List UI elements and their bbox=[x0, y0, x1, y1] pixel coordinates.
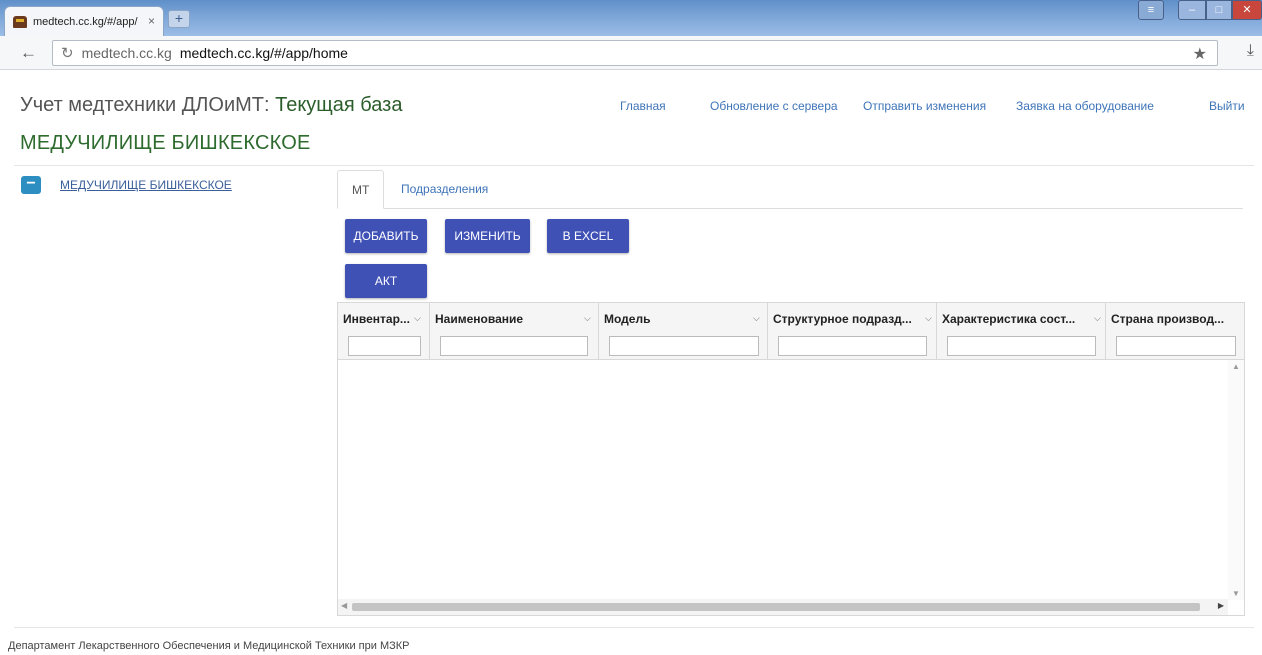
close-icon[interactable]: ✕ bbox=[1232, 0, 1262, 20]
equipment-grid: Инвентар... ⌵ Наименование ⌵ Модель ⌵ Ст… bbox=[337, 302, 1245, 616]
scroll-right-icon[interactable]: ▶ bbox=[1218, 601, 1224, 610]
maximize-icon[interactable]: □ bbox=[1206, 0, 1232, 20]
page-title: Учет медтехники ДЛОиМТ: Текущая база bbox=[20, 94, 402, 117]
tab-divisions[interactable]: Подразделения bbox=[387, 170, 502, 209]
act-button[interactable]: АКТ bbox=[345, 264, 427, 298]
scroll-down-icon[interactable]: ▼ bbox=[1232, 589, 1240, 598]
footer-text: Департамент Лекарственного Обеспечения и… bbox=[8, 640, 410, 652]
column-title: Структурное подразд... bbox=[773, 312, 912, 326]
new-tab-button[interactable]: + bbox=[168, 10, 190, 28]
minimize-icon[interactable]: – bbox=[1178, 0, 1206, 20]
window-controls: ≡ – □ ✕ bbox=[1138, 0, 1262, 20]
grid-header: Инвентар... ⌵ Наименование ⌵ Модель ⌵ Ст… bbox=[338, 303, 1244, 360]
scroll-left-icon[interactable]: ◀ bbox=[341, 601, 347, 610]
tab-mt[interactable]: МТ bbox=[337, 170, 385, 209]
nav-send-changes-link[interactable]: Отправить изменения bbox=[863, 99, 986, 113]
current-db-label: Текущая база bbox=[275, 94, 403, 116]
reload-icon[interactable]: ↻ bbox=[61, 44, 74, 62]
url-input[interactable]: ↻ medtech.cc.kg medtech.cc.kg/#/app/home… bbox=[52, 40, 1218, 66]
column-title: Модель bbox=[604, 312, 651, 326]
browser-tab[interactable]: medtech.cc.kg/#/app/ × bbox=[4, 6, 164, 36]
nav-update-link[interactable]: Обновление с сервера bbox=[710, 99, 838, 113]
browser-titlebar: medtech.cc.kg/#/app/ × + ≡ – □ ✕ bbox=[0, 0, 1262, 36]
column-header[interactable]: Страна производ... bbox=[1106, 303, 1244, 360]
column-menu-icon[interactable]: ⌵ bbox=[753, 313, 760, 324]
url-text: medtech.cc.kg/#/app/home bbox=[179, 45, 348, 61]
column-menu-icon[interactable]: ⌵ bbox=[1094, 313, 1101, 324]
column-menu-icon[interactable]: ⌵ bbox=[414, 313, 421, 324]
bookmark-star-icon[interactable]: ★ bbox=[1193, 44, 1207, 64]
column-filter-input[interactable] bbox=[1116, 336, 1236, 356]
export-excel-button[interactable]: В EXCEL bbox=[547, 219, 629, 253]
url-host: medtech.cc.kg bbox=[81, 45, 172, 61]
tab-title: medtech.cc.kg/#/app/ bbox=[33, 15, 138, 28]
column-title: Характеристика сост... bbox=[942, 312, 1076, 326]
nav-home-link[interactable]: Главная bbox=[620, 99, 666, 113]
column-filter-input[interactable] bbox=[778, 336, 927, 356]
column-header[interactable]: Характеристика сост... ⌵ bbox=[937, 303, 1106, 360]
footer-divider bbox=[14, 627, 1254, 628]
page-title-prefix: Учет медтехники ДЛОиМТ: bbox=[20, 94, 276, 116]
address-bar: ← ↻ medtech.cc.kg medtech.cc.kg/#/app/ho… bbox=[0, 36, 1262, 70]
column-header[interactable]: Модель ⌵ bbox=[599, 303, 768, 360]
horizontal-scrollbar[interactable]: ◀ ▶ bbox=[338, 599, 1228, 615]
edit-button[interactable]: ИЗМЕНИТЬ bbox=[445, 219, 530, 253]
download-icon[interactable]: ⤓ bbox=[1247, 42, 1254, 60]
favicon-icon bbox=[13, 15, 27, 28]
vertical-scrollbar[interactable]: ▲ ▼ bbox=[1228, 360, 1244, 600]
column-title: Наименование bbox=[435, 312, 524, 326]
tree-collapse-button[interactable]: − bbox=[21, 176, 41, 194]
column-title: Страна производ... bbox=[1111, 312, 1225, 326]
back-arrow-icon[interactable]: ← bbox=[20, 43, 37, 63]
column-header[interactable]: Структурное подразд... ⌵ bbox=[768, 303, 937, 360]
header-divider bbox=[14, 165, 1254, 166]
tab-close-button[interactable]: × bbox=[148, 14, 155, 28]
content-tabs: МТ Подразделения bbox=[337, 170, 1243, 209]
menu-icon[interactable]: ≡ bbox=[1138, 0, 1164, 20]
column-filter-input[interactable] bbox=[609, 336, 759, 356]
tree-item-organization[interactable]: МЕДУЧИЛИЩЕ БИШКЕКСКОЕ bbox=[60, 178, 232, 192]
column-menu-icon[interactable]: ⌵ bbox=[584, 313, 591, 324]
column-title: Инвентар... bbox=[343, 312, 410, 326]
column-filter-input[interactable] bbox=[440, 336, 588, 356]
nav-logout-link[interactable]: Выйти bbox=[1209, 99, 1245, 113]
scrollbar-thumb[interactable] bbox=[352, 603, 1200, 611]
column-filter-input[interactable] bbox=[947, 336, 1096, 356]
scroll-up-icon[interactable]: ▲ bbox=[1232, 362, 1240, 371]
column-header[interactable]: Наименование ⌵ bbox=[430, 303, 599, 360]
column-filter-input[interactable] bbox=[348, 336, 421, 356]
nav-equipment-request-link[interactable]: Заявка на оборудование bbox=[1016, 99, 1154, 113]
organization-title: МЕДУЧИЛИЩЕ БИШКЕКСКОЕ bbox=[20, 132, 311, 154]
column-header[interactable]: Инвентар... ⌵ bbox=[338, 303, 430, 360]
column-menu-icon[interactable]: ⌵ bbox=[925, 313, 932, 324]
add-button[interactable]: ДОБАВИТЬ bbox=[345, 219, 427, 253]
